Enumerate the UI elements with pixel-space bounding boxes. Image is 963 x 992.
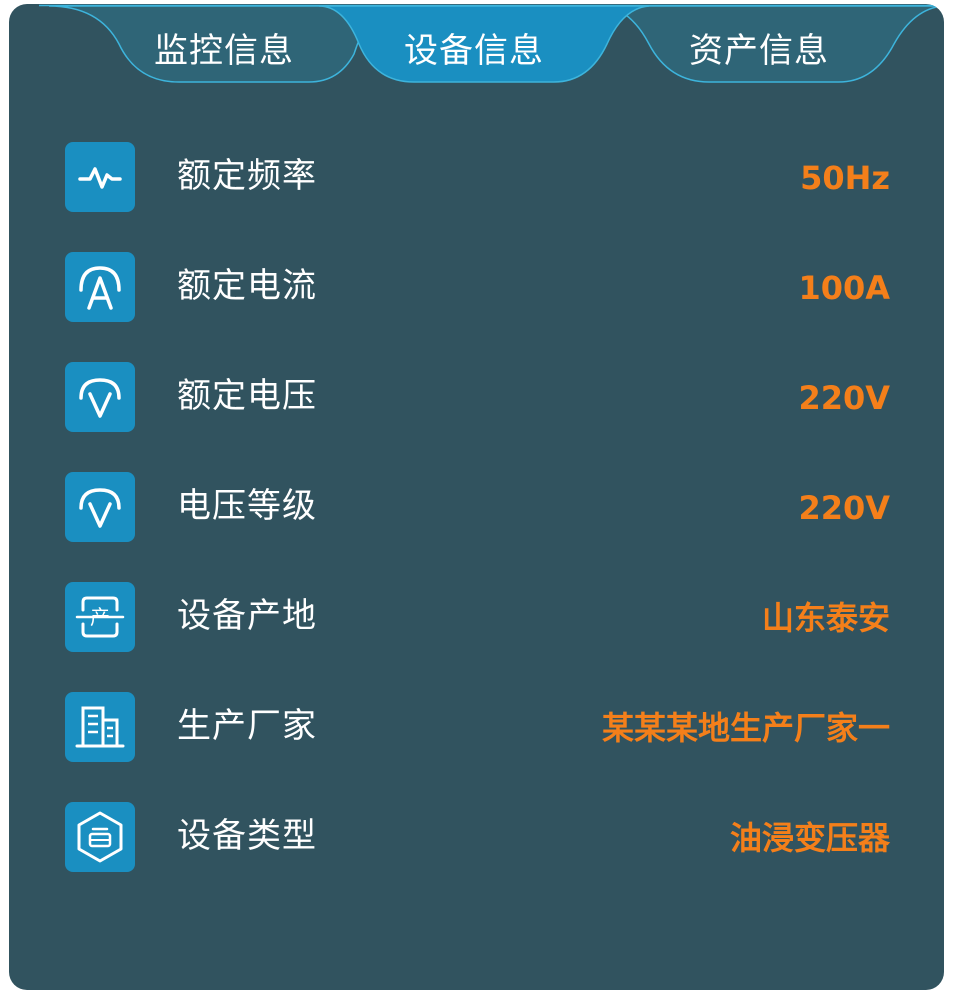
row-value: 100A [798,269,890,307]
device-type-hexagon-icon [65,802,135,872]
row-label: 额定电流 [177,266,317,306]
tab-monitor-info[interactable]: 监控信息 [104,8,344,86]
list-item-rated-current: 额定电流 100A [9,252,944,322]
svg-text:产: 产 [90,605,110,629]
row-value: 220V [798,379,890,417]
device-type-hexagon-icon-svg [77,811,123,863]
voltage-v-icon [65,362,135,432]
list-item-rated-frequency: 额定频率 50Hz [9,142,944,212]
row-label: 生产厂家 [177,706,317,746]
current-a-icon [65,252,135,322]
row-value: 山东泰安 [761,599,890,637]
tab-bar: 监控信息 设备信息 资产信息 [9,4,944,94]
factory-building-icon-svg [75,706,125,748]
tab-asset-info[interactable]: 资产信息 [639,8,879,86]
origin-scan-icon: 产 [65,582,135,652]
row-label: 额定电压 [177,376,317,416]
factory-building-icon [65,692,135,762]
tab-device-info[interactable]: 设备信息 [354,8,594,86]
device-info-panel: 监控信息 设备信息 资产信息 额定频率 50Hz 额定电流 100A 额定电压 … [9,4,944,990]
frequency-pulse-icon-svg [78,167,122,189]
row-value: 50Hz [800,159,890,197]
voltage-v-icon-svg [79,378,121,418]
row-label: 设备类型 [177,816,317,856]
frequency-pulse-icon [65,142,135,212]
row-value: 220V [798,489,890,527]
origin-scan-icon-svg: 产 [75,596,125,638]
row-value: 油浸变压器 [729,819,890,857]
list-item-device-origin: 产 设备产地 山东泰安 [9,582,944,652]
list-item-voltage-level: 电压等级 220V [9,472,944,542]
list-item-rated-voltage: 额定电压 220V [9,362,944,432]
row-label: 设备产地 [177,596,317,636]
voltage-level-icon [65,472,135,542]
row-label: 额定频率 [177,156,317,196]
row-value: 某某某地生产厂家一 [601,709,890,747]
voltage-level-icon-svg [79,488,121,528]
row-label: 电压等级 [177,486,317,526]
list-item-device-type: 设备类型 油浸变压器 [9,802,944,872]
current-a-icon-svg [79,266,121,310]
list-item-manufacturer: 生产厂家 某某某地生产厂家一 [9,692,944,762]
